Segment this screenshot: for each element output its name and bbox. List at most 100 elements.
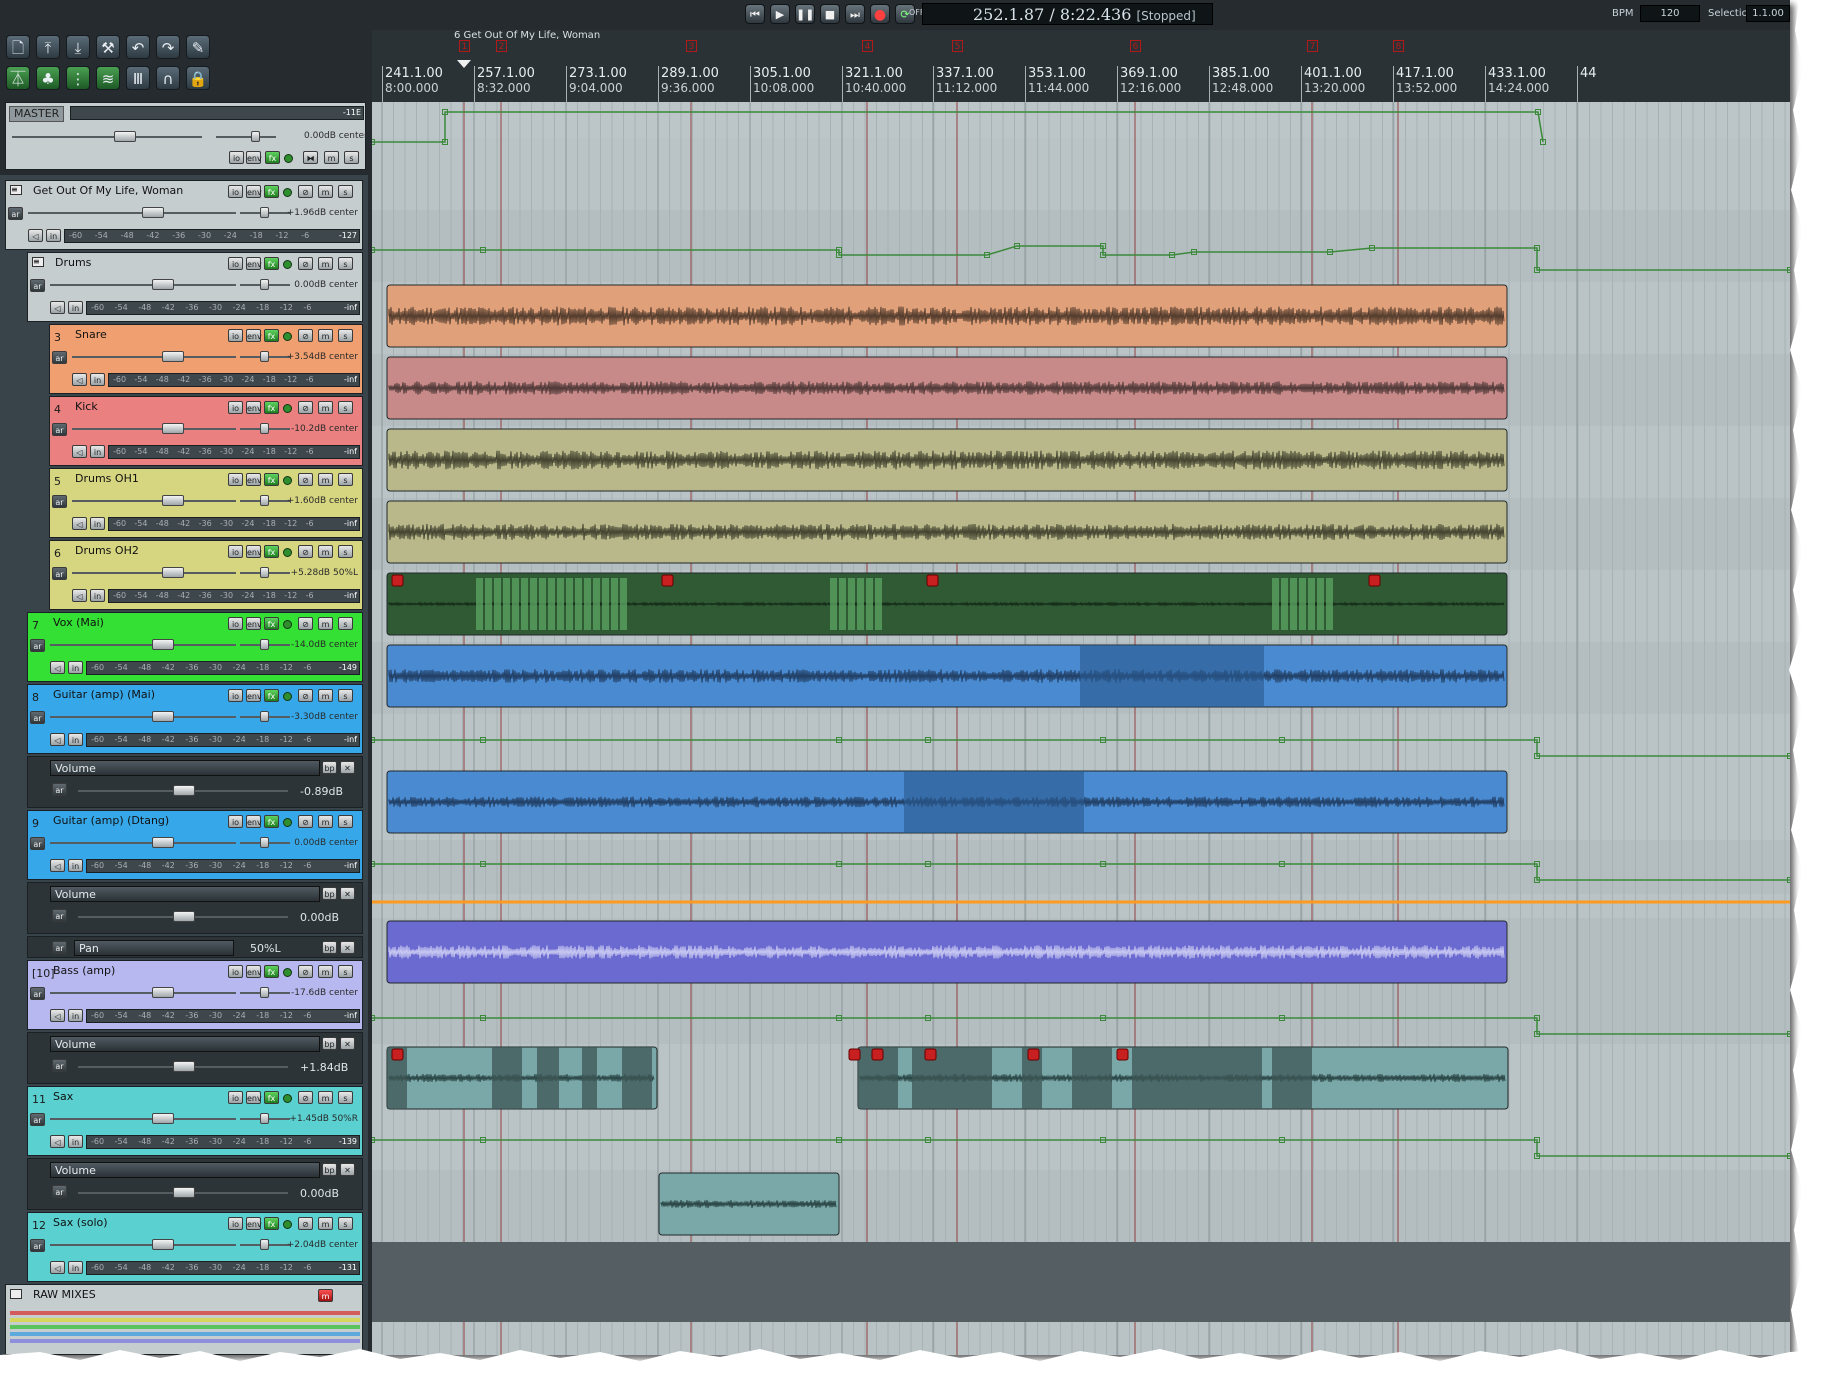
volume-fader[interactable] xyxy=(152,711,175,722)
media-item-kick[interactable] xyxy=(386,356,1508,420)
env-button[interactable]: env xyxy=(246,1217,262,1230)
pen-icon[interactable]: ✎ xyxy=(186,35,210,59)
grid-icon[interactable]: ⋮ xyxy=(66,66,90,90)
mute-button[interactable]: m xyxy=(318,473,333,486)
master-mono-button[interactable]: ⧓ xyxy=(303,151,318,164)
take-marker-icon[interactable] xyxy=(1368,574,1381,587)
solo-button[interactable]: s xyxy=(338,545,353,558)
edit-cursor-icon[interactable] xyxy=(457,60,471,68)
envelope-lane-sax_volume[interactable]: Volume bp ✕ ar 0.00dB xyxy=(27,1158,363,1210)
envelope-name[interactable]: Volume xyxy=(50,1162,320,1178)
marker-flag[interactable]: 3 xyxy=(686,40,697,52)
mute-button[interactable]: m xyxy=(318,1091,333,1104)
envelope-close-icon[interactable]: ✕ xyxy=(340,941,355,954)
master-pan-knob[interactable] xyxy=(251,131,260,142)
fx-enable-indicator[interactable] xyxy=(283,968,292,977)
envelope-arm-button[interactable]: ar xyxy=(52,1185,67,1198)
io-button[interactable]: io xyxy=(228,401,243,414)
save-icon[interactable]: ⤓ xyxy=(66,35,90,59)
metronome-icon[interactable]: ⏄ xyxy=(6,66,30,90)
record-arm-button[interactable]: ar xyxy=(30,279,45,292)
env-button[interactable]: env xyxy=(246,401,262,414)
fx-enable-indicator[interactable] xyxy=(283,1220,292,1229)
envelope-bypass-button[interactable]: bp xyxy=(322,1037,337,1050)
fx-enable-indicator[interactable] xyxy=(283,1094,292,1103)
input-icon[interactable]: in xyxy=(68,1009,83,1022)
pan-knob[interactable] xyxy=(260,351,269,362)
vox-phrase[interactable] xyxy=(1272,578,1333,630)
meter-mode-icon[interactable]: ◁ xyxy=(28,229,43,242)
take-marker-icon[interactable] xyxy=(926,574,939,587)
phase-button[interactable]: ⊘ xyxy=(298,965,313,978)
media-item-guitar-dtang-segment[interactable] xyxy=(904,771,1084,833)
fx-enable-indicator[interactable] xyxy=(283,818,292,827)
mute-button[interactable]: m xyxy=(318,185,333,198)
media-item-guitar-mai-selected-segment[interactable] xyxy=(1080,645,1264,707)
volume-fader[interactable] xyxy=(152,987,175,998)
snap-icon[interactable]: ♣ xyxy=(36,66,60,90)
fx-button[interactable]: fx xyxy=(264,329,279,342)
take-marker-icon[interactable] xyxy=(391,574,404,587)
io-button[interactable]: io xyxy=(228,815,243,828)
mute-button[interactable]: m xyxy=(318,1217,333,1230)
envelope-bypass-button[interactable]: bp xyxy=(322,1163,337,1176)
track-gtr-mai[interactable]: 8 Guitar (amp) (Mai) io env fx ⊘ m s ar -3.30dB c… xyxy=(27,684,363,754)
io-button[interactable]: io xyxy=(228,545,243,558)
record-arm-button[interactable]: ar xyxy=(52,495,67,508)
envelope-close-icon[interactable]: ✕ xyxy=(340,1163,355,1176)
track-name[interactable]: Vox (Mai) xyxy=(50,615,216,631)
phase-button[interactable]: ⊘ xyxy=(298,257,313,270)
phase-button[interactable]: ⊘ xyxy=(298,473,313,486)
env-button[interactable]: env xyxy=(246,473,262,486)
settings-icon[interactable]: ⚒ xyxy=(96,35,120,59)
input-icon[interactable]: in xyxy=(68,1261,83,1274)
solo-button[interactable]: s xyxy=(338,401,353,414)
track-gtr-dtang[interactable]: 9 Guitar (amp) (Dtang) io env fx ⊘ m s ar 0.00dB … xyxy=(27,810,363,880)
io-button[interactable]: io xyxy=(228,257,243,270)
phase-button[interactable]: ⊘ xyxy=(298,329,313,342)
solo-button[interactable]: s xyxy=(338,617,353,630)
master-label[interactable]: MASTER xyxy=(9,106,65,122)
envelope-close-icon[interactable]: ✕ xyxy=(340,761,355,774)
phase-button[interactable]: ⊘ xyxy=(298,545,313,558)
selection-field[interactable]: 1.1.00 xyxy=(1746,5,1790,22)
volume-fader[interactable] xyxy=(152,279,175,290)
media-item-drums-oh1[interactable] xyxy=(386,428,1508,492)
phase-button[interactable]: ⊘ xyxy=(298,401,313,414)
envelope-fader[interactable] xyxy=(173,785,195,796)
record-arm-button[interactable]: ar xyxy=(8,207,23,220)
lane-icon[interactable]: Ⅲ xyxy=(126,66,150,90)
envelope-arm-button[interactable]: ar xyxy=(52,909,67,922)
sax-take-segment[interactable] xyxy=(1072,1047,1112,1109)
input-icon[interactable]: in xyxy=(90,373,105,386)
arrange-view[interactable]: 6 Get Out Of My Life, Woman 241.1.00 8:00… xyxy=(372,30,1790,1355)
envelope-close-icon[interactable]: ✕ xyxy=(340,887,355,900)
pan-knob[interactable] xyxy=(260,1239,269,1250)
solo-button[interactable]: s xyxy=(338,329,353,342)
media-item-bass[interactable] xyxy=(386,920,1508,984)
take-marker-icon[interactable] xyxy=(1027,1048,1040,1061)
solo-button[interactable]: s xyxy=(338,815,353,828)
solo-button[interactable]: s xyxy=(338,257,353,270)
ripple-icon[interactable]: ≋ xyxy=(96,66,120,90)
media-item-guitar-mai[interactable] xyxy=(386,644,1508,708)
envelope-bypass-button[interactable]: bp xyxy=(322,941,337,954)
fx-button[interactable]: fx xyxy=(264,965,279,978)
envelope-close-icon[interactable]: ✕ xyxy=(340,1037,355,1050)
pan-knob[interactable] xyxy=(260,1113,269,1124)
track-kick[interactable]: 4 Kick io env fx ⊘ m s ar -10.2dB center ◁ in -60 -54… xyxy=(49,396,363,466)
mute-button[interactable]: m xyxy=(318,1289,333,1302)
fx-enable-indicator[interactable] xyxy=(283,620,292,629)
phase-button[interactable]: ⊘ xyxy=(298,1091,313,1104)
marker-flag[interactable]: 1 xyxy=(459,40,470,52)
undo-icon[interactable]: ↶ xyxy=(126,35,150,59)
volume-fader[interactable] xyxy=(162,351,185,362)
record-arm-button[interactable]: ar xyxy=(30,711,45,724)
input-icon[interactable]: in xyxy=(46,229,61,242)
env-button[interactable]: env xyxy=(246,815,262,828)
io-button[interactable]: io xyxy=(228,689,243,702)
track-sax-solo[interactable]: 12 Sax (solo) io env fx ⊘ m s ar +2.04dB center ◁ i… xyxy=(27,1212,363,1282)
envelope-name[interactable]: Volume xyxy=(50,1036,320,1052)
solo-button[interactable]: s xyxy=(338,185,353,198)
phase-button[interactable]: ⊘ xyxy=(298,815,313,828)
